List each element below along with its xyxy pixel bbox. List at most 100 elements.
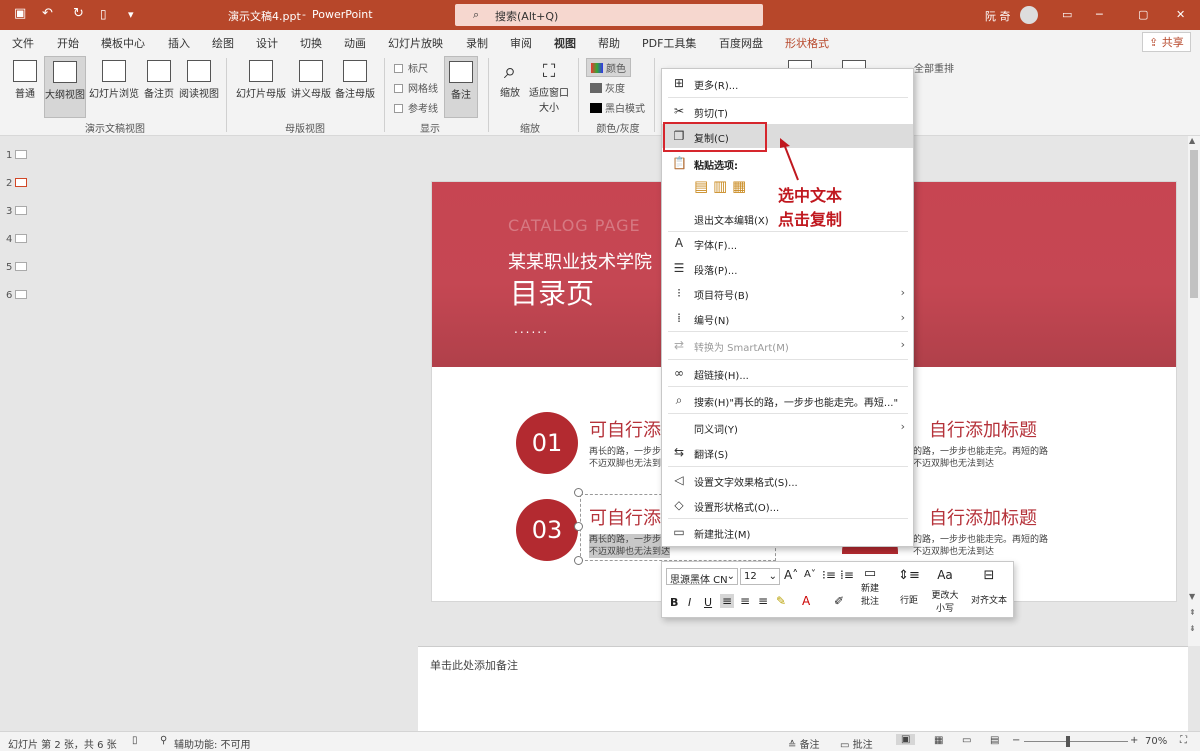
bold-icon[interactable]: B bbox=[670, 596, 678, 609]
numbering-icon[interactable]: ⁞≡ bbox=[840, 568, 854, 582]
slideshow-status-icon[interactable]: ▤ bbox=[990, 735, 999, 746]
tab-template-center[interactable]: 模板中心 bbox=[101, 35, 145, 51]
save-icon[interactable]: ▣ bbox=[14, 6, 26, 21]
close-icon[interactable]: ✕ bbox=[1176, 8, 1185, 21]
tab-slideshow[interactable]: 幻灯片放映 bbox=[388, 35, 443, 51]
normal-view-status-icon[interactable]: ▣ bbox=[896, 734, 916, 745]
underline-icon[interactable]: U bbox=[704, 596, 712, 609]
tab-file[interactable]: 文件 bbox=[12, 35, 34, 51]
line-spacing-button[interactable]: ⇕≡ 行距 bbox=[894, 568, 924, 606]
format-painter-icon[interactable]: ✐ bbox=[834, 594, 844, 608]
notes-master-button[interactable]: 备注母版 bbox=[334, 60, 376, 100]
thumbnail-1[interactable]: 1 bbox=[6, 150, 28, 161]
item-desc-03-line1[interactable]: 再长的路，一步步 bbox=[589, 534, 662, 546]
tab-home[interactable]: 开始 bbox=[57, 35, 79, 51]
vertical-scrollbar[interactable]: ▲ ▼ ⇞ ⇟ bbox=[1188, 136, 1200, 646]
quick-access-dropdown-icon[interactable]: ▾ bbox=[128, 8, 134, 21]
tab-review[interactable]: 审阅 bbox=[510, 35, 532, 51]
font-color-icon[interactable]: A bbox=[802, 594, 810, 608]
paste-option-icons[interactable]: ▤ ▥ ▦ bbox=[694, 177, 746, 195]
undo-icon[interactable]: ↶ bbox=[42, 6, 53, 21]
paste-text-only-icon[interactable]: ▦ bbox=[732, 177, 746, 195]
change-case-button[interactable]: Aa 更改大 小写 bbox=[928, 568, 962, 614]
menu-item-text-effects[interactable]: ◁ 设置文字效果格式(S)... bbox=[662, 468, 913, 492]
thumbnail-4[interactable]: 4 bbox=[6, 234, 28, 245]
notes-toggle-button[interactable]: 备注 bbox=[444, 56, 478, 118]
menu-item-font[interactable]: A 字体(F)... bbox=[662, 231, 913, 255]
new-comment-button[interactable]: ▭ 新建 批注 bbox=[858, 566, 882, 607]
align-left-icon[interactable]: ≡ bbox=[720, 594, 735, 608]
thumbnail-3[interactable]: 3 bbox=[6, 206, 28, 217]
paste-merge-format-icon[interactable]: ▥ bbox=[713, 177, 727, 195]
scroll-up-icon[interactable]: ▲ bbox=[1189, 136, 1195, 145]
menu-item-cut[interactable]: ✂ 剪切(T) bbox=[662, 99, 913, 123]
italic-icon[interactable]: I bbox=[688, 596, 691, 609]
tab-pdf-tools[interactable]: PDF工具集 bbox=[642, 35, 696, 51]
color-mode-button[interactable]: 颜色 bbox=[586, 58, 631, 77]
zoom-slider-thumb[interactable] bbox=[1066, 736, 1070, 747]
gridlines-checkbox[interactable]: 网格线 bbox=[394, 80, 438, 95]
font-name-dropdown[interactable]: 思源黑体 CN ⌄ bbox=[666, 568, 738, 586]
scrollbar-thumb[interactable] bbox=[1190, 150, 1198, 298]
tab-draw[interactable]: 绘图 bbox=[212, 35, 234, 51]
thumbnail-2[interactable]: 2 bbox=[6, 178, 28, 189]
tab-baidu-disk[interactable]: 百度网盘 bbox=[719, 35, 763, 51]
normal-view-button[interactable]: 普通 bbox=[8, 60, 42, 100]
resize-handle[interactable] bbox=[574, 488, 583, 497]
minimize-icon[interactable]: ─ bbox=[1096, 8, 1103, 21]
guides-checkbox[interactable]: 参考线 bbox=[394, 100, 438, 115]
menu-item-new-comment[interactable]: ▭ 新建批注(M) bbox=[662, 520, 913, 544]
grayscale-button[interactable]: 灰度 bbox=[590, 80, 625, 95]
fit-slide-icon[interactable]: ⛶ bbox=[1180, 735, 1187, 746]
slide-sorter-status-icon[interactable]: ▦ bbox=[934, 735, 943, 746]
menu-item-more[interactable]: ⊞ 更多(R)... bbox=[662, 71, 913, 95]
paste-keep-source-icon[interactable]: ▤ bbox=[694, 177, 708, 195]
next-slide-icon[interactable]: ⇟ bbox=[1189, 624, 1196, 633]
menu-item-translate[interactable]: ⇆ 翻译(S) bbox=[662, 440, 913, 464]
tab-shape-format[interactable]: 形状格式 bbox=[785, 35, 829, 51]
reading-view-status-icon[interactable]: ▭ bbox=[962, 735, 971, 746]
prev-slide-icon[interactable]: ⇞ bbox=[1189, 608, 1196, 617]
tab-animations[interactable]: 动画 bbox=[344, 35, 366, 51]
menu-item-hyperlink[interactable]: ∞ 超链接(H)... bbox=[662, 361, 913, 385]
item-desc-03-line2[interactable]: 不迈双脚也无法到达 bbox=[589, 546, 671, 558]
zoom-button[interactable]: ⌕ 缩放 bbox=[496, 60, 524, 100]
zoom-in-icon[interactable]: + bbox=[1130, 735, 1138, 746]
grow-font-icon[interactable]: A˄ bbox=[784, 568, 798, 582]
zoom-out-icon[interactable]: − bbox=[1012, 735, 1020, 746]
thumbnail-6[interactable]: 6 bbox=[6, 290, 28, 301]
menu-item-search[interactable]: ⌕ 搜索(H)"再长的路，一步步也能走完。再短..." bbox=[662, 388, 913, 412]
slide-sorter-button[interactable]: 幻灯片浏览 bbox=[88, 60, 140, 100]
menu-item-numbering[interactable]: ⁞ 编号(N) › bbox=[662, 306, 913, 330]
notes-pane[interactable]: 单击此处添加备注 bbox=[418, 646, 1188, 731]
search-box[interactable]: ⌕ 搜索(Alt+Q) bbox=[455, 4, 763, 26]
zoom-slider[interactable] bbox=[1024, 741, 1128, 742]
align-center-icon[interactable]: ≡ bbox=[740, 594, 750, 608]
reading-view-button[interactable]: 阅读视图 bbox=[178, 60, 220, 100]
tab-record[interactable]: 录制 bbox=[466, 35, 488, 51]
user-name[interactable]: 阮 奇 bbox=[985, 8, 1011, 24]
font-size-dropdown[interactable]: 12 ⌄ bbox=[740, 568, 780, 585]
handout-master-button[interactable]: 讲义母版 bbox=[290, 60, 332, 100]
align-text-button[interactable]: ⊟ 对齐文本 bbox=[966, 568, 1012, 606]
ribbon-display-icon[interactable]: ▭ bbox=[1062, 8, 1072, 21]
tab-transitions[interactable]: 切换 bbox=[300, 35, 322, 51]
menu-item-synonyms[interactable]: 同义词(Y) › bbox=[662, 415, 913, 439]
ruler-checkbox[interactable]: 标尺 bbox=[394, 60, 428, 75]
present-icon[interactable]: ▯ bbox=[100, 7, 107, 21]
bullets-icon[interactable]: ⁝≡ bbox=[822, 568, 836, 582]
shrink-font-icon[interactable]: A˅ bbox=[804, 569, 816, 580]
resize-handle[interactable] bbox=[574, 522, 583, 531]
slide-master-button[interactable]: 幻灯片母版 bbox=[234, 60, 288, 100]
align-right-icon[interactable]: ≡ bbox=[758, 594, 768, 608]
redo-icon[interactable]: ↻ bbox=[73, 6, 84, 21]
highlighter-icon[interactable]: ✎ bbox=[776, 594, 786, 608]
restore-icon[interactable]: ▢ bbox=[1138, 8, 1148, 21]
tab-insert[interactable]: 插入 bbox=[168, 35, 190, 51]
thumbnail-5[interactable]: 5 bbox=[6, 262, 28, 273]
tab-help[interactable]: 帮助 bbox=[598, 35, 620, 51]
scroll-down-icon[interactable]: ▼ bbox=[1189, 592, 1195, 601]
outline-view-button[interactable]: 大纲视图 bbox=[44, 56, 86, 118]
menu-item-paragraph[interactable]: ☰ 段落(P)... bbox=[662, 256, 913, 280]
share-button[interactable]: ⇪ 共享 bbox=[1142, 32, 1191, 52]
